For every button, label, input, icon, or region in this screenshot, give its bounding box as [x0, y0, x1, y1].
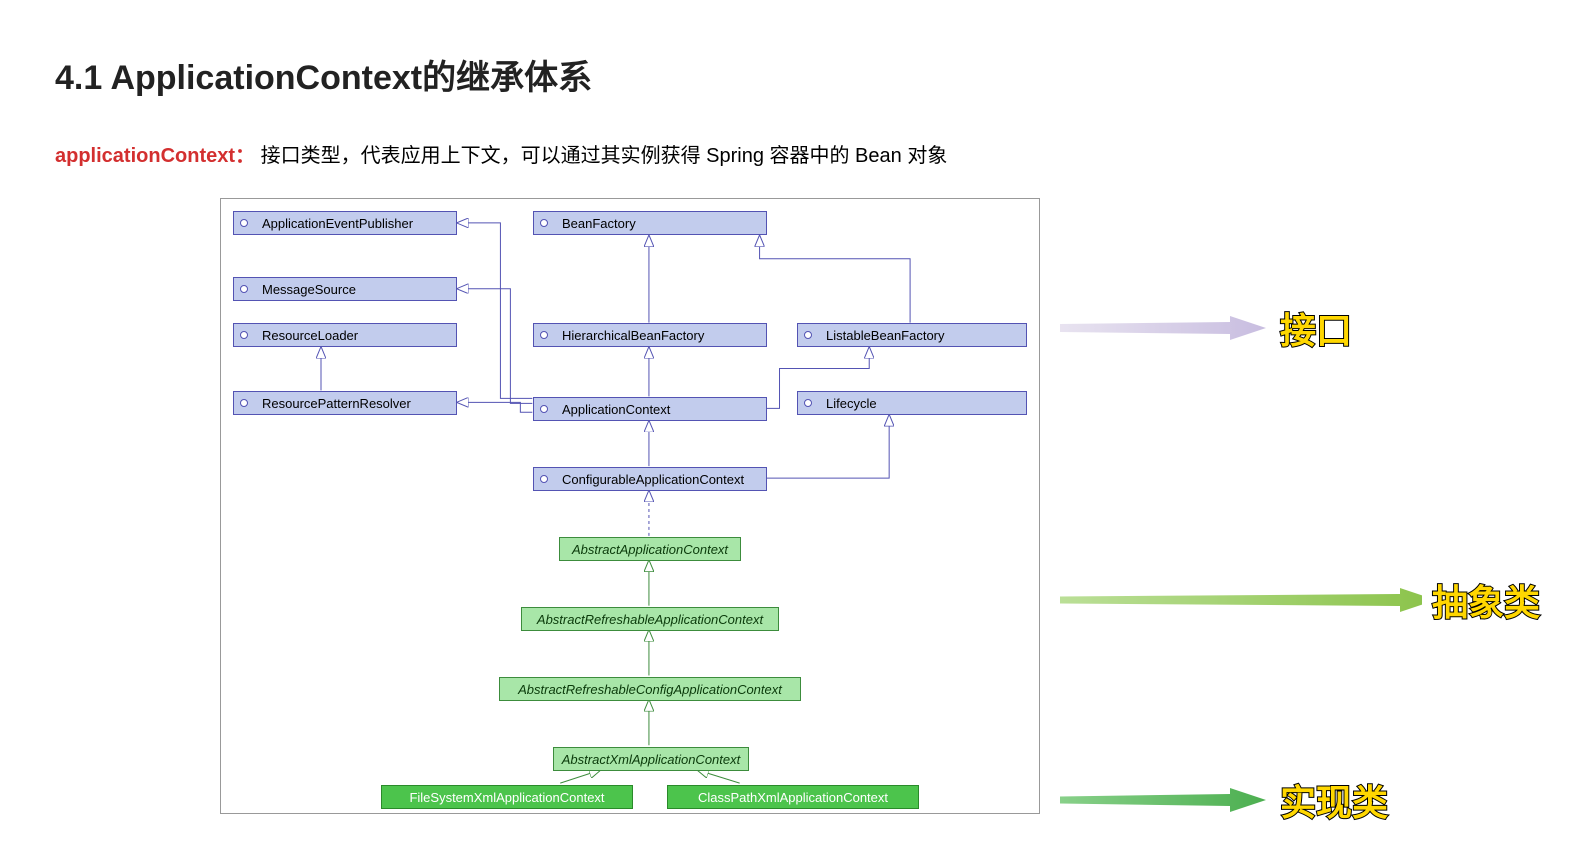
- node-resource-pattern-resolver: ResourcePatternResolver: [233, 391, 457, 415]
- interface-icon: [804, 399, 812, 407]
- annotation-column: 接口 抽象类 实现类: [1060, 198, 1540, 814]
- interface-icon: [240, 331, 248, 339]
- interface-icon: [240, 219, 248, 227]
- interface-icon: [804, 331, 812, 339]
- interface-icon: [240, 399, 248, 407]
- annotation-abstract-label: 抽象类: [1432, 574, 1540, 626]
- annotation-interface: 接口: [1060, 302, 1540, 354]
- annotation-interface-label: 接口: [1280, 302, 1352, 354]
- interface-icon: [540, 405, 548, 413]
- description-lead: applicationContext：: [55, 145, 255, 167]
- interface-icon: [540, 331, 548, 339]
- node-application-event-publisher: ApplicationEventPublisher: [233, 211, 457, 235]
- interface-icon: [240, 285, 248, 293]
- interface-icon: [540, 475, 548, 483]
- node-abstract-refreshable-application-context: AbstractRefreshableApplicationContext: [521, 607, 779, 631]
- node-abstract-application-context: AbstractApplicationContext: [559, 537, 741, 561]
- node-message-source: MessageSource: [233, 277, 457, 301]
- node-resource-loader: ResourceLoader: [233, 323, 457, 347]
- node-lifecycle: Lifecycle: [797, 391, 1027, 415]
- arrow-right-icon: [1060, 584, 1422, 616]
- uml-diagram: ApplicationEventPublisher BeanFactory Me…: [220, 198, 1040, 814]
- main-content: ApplicationEventPublisher BeanFactory Me…: [55, 198, 1540, 814]
- interface-icon: [540, 219, 548, 227]
- arrow-right-icon: [1060, 312, 1270, 344]
- description-body: 接口类型，代表应用上下文，可以通过其实例获得 Spring 容器中的 Bean …: [261, 145, 948, 167]
- node-bean-factory: BeanFactory: [533, 211, 767, 235]
- description: applicationContext： 接口类型，代表应用上下文，可以通过其实例…: [55, 139, 1540, 168]
- section-heading: 4.1 ApplicationContext的继承体系: [55, 50, 1540, 99]
- annotation-concrete: 实现类: [1060, 774, 1540, 826]
- annotation-abstract: 抽象类: [1060, 574, 1540, 626]
- node-application-context: ApplicationContext: [533, 397, 767, 421]
- node-listable-bean-factory: ListableBeanFactory: [797, 323, 1027, 347]
- annotation-concrete-label: 实现类: [1280, 774, 1388, 826]
- node-abstract-xml-application-context: AbstractXmlApplicationContext: [553, 747, 749, 771]
- node-abstract-refreshable-config-application-context: AbstractRefreshableConfigApplicationCont…: [499, 677, 801, 701]
- node-hierarchical-bean-factory: HierarchicalBeanFactory: [533, 323, 767, 347]
- node-class-path-xml-application-context: ClassPathXmlApplicationContext: [667, 785, 919, 809]
- node-configurable-application-context: ConfigurableApplicationContext: [533, 467, 767, 491]
- node-file-system-xml-application-context: FileSystemXmlApplicationContext: [381, 785, 633, 809]
- arrow-right-icon: [1060, 784, 1270, 816]
